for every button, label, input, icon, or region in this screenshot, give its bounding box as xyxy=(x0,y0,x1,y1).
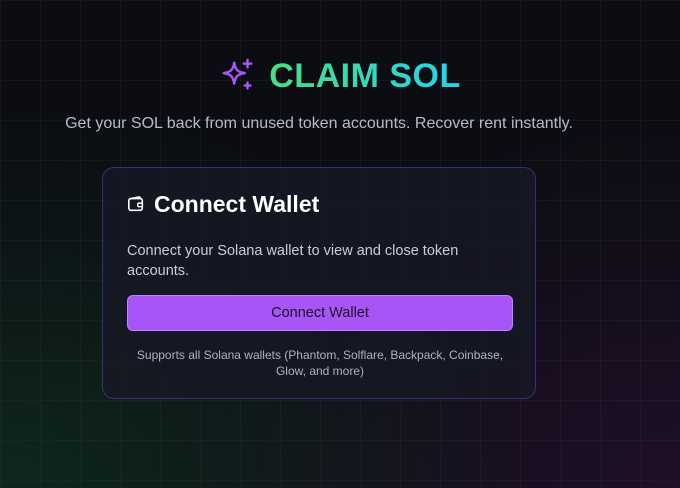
card-header: Connect Wallet xyxy=(127,190,511,218)
connect-wallet-button[interactable]: Connect Wallet xyxy=(127,295,513,331)
sparkles-icon xyxy=(222,58,253,90)
page-title: CLAIM SOL xyxy=(269,54,460,98)
supported-wallets-text: Supports all Solana wallets (Phantom, So… xyxy=(136,348,504,378)
connect-wallet-card: Connect Wallet Connect your Solana walle… xyxy=(102,167,536,399)
card-description: Connect your Solana wallet to view and c… xyxy=(127,243,459,279)
page-header: CLAIM SOL xyxy=(0,54,680,98)
page-subtitle: Get your SOL back from unused token acco… xyxy=(65,115,573,132)
card-title: Connect Wallet xyxy=(154,190,320,217)
wallet-icon xyxy=(127,196,144,212)
